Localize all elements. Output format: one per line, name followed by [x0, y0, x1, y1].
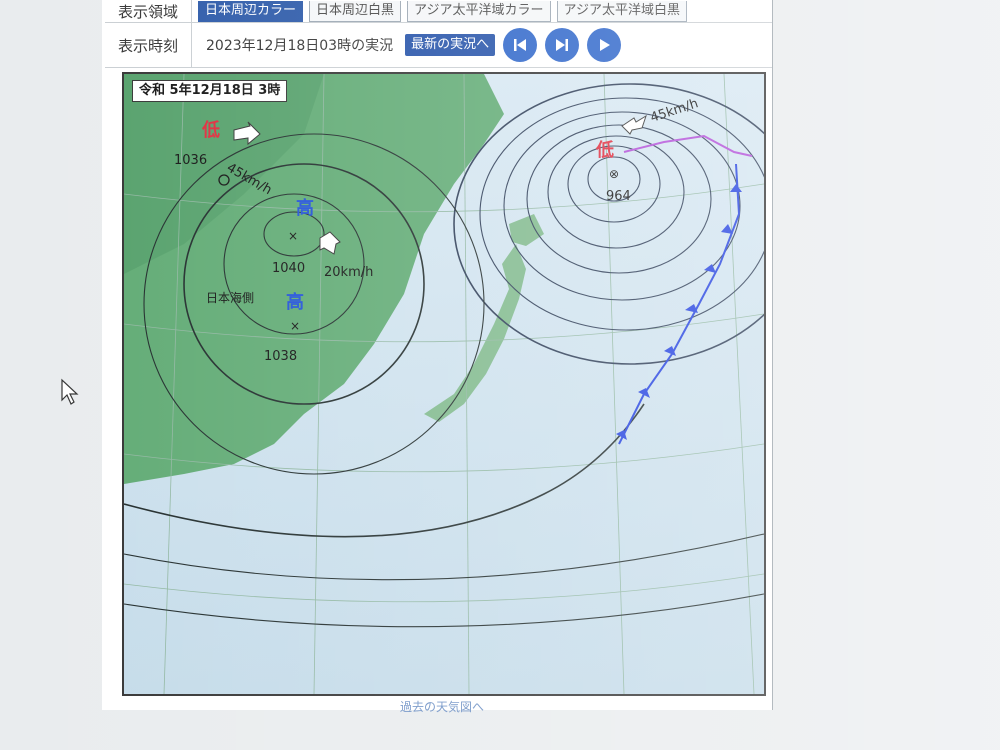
- low-symbol-west: 低: [201, 119, 220, 141]
- tab-asia-color[interactable]: アジア太平洋域カラー: [407, 0, 551, 22]
- high-pressure-2: 1038: [264, 349, 297, 364]
- area-label: 表示領域: [105, 0, 192, 22]
- area-selector-row: 表示領域 日本周辺カラー 日本周辺白黒 アジア太平洋域カラー アジア太平洋域白黒: [105, 0, 772, 23]
- weather-map: 低 1036 45km/h 高 1040 20km/h × 高 1038 × 日…: [122, 72, 766, 696]
- high-center-1: ×: [288, 229, 298, 243]
- high-pressure-1: 1040: [272, 261, 305, 276]
- low-center-east: ⊗: [609, 167, 619, 181]
- first-icon: [514, 39, 527, 51]
- tab-asia-bw[interactable]: アジア太平洋域白黒: [556, 0, 687, 22]
- first-button[interactable]: [503, 28, 538, 62]
- past-maps-link[interactable]: 過去の天気図へ: [400, 698, 484, 715]
- map-annotation: 日本海側: [206, 290, 254, 305]
- mouse-cursor-icon: [61, 378, 79, 405]
- low-symbol-east: 低: [595, 139, 614, 161]
- map-date-label: 令和 5年12月18日 3時: [132, 80, 288, 102]
- tab-japan-bw[interactable]: 日本周辺白黒: [309, 0, 402, 22]
- play-icon: [600, 39, 611, 51]
- high-speed-1: 20km/h: [324, 265, 373, 280]
- time-label: 表示時刻: [105, 23, 192, 67]
- time-selector-row: 表示時刻 2023年12月18日03時の実況 最新の実況へ: [105, 23, 772, 68]
- last-icon: [556, 39, 569, 51]
- low-pressure-east: 964: [606, 189, 631, 204]
- latest-button[interactable]: 最新の実況へ: [405, 34, 496, 56]
- current-time-text: 2023年12月18日03時の実況: [206, 38, 394, 54]
- tab-japan-color[interactable]: 日本周辺カラー: [198, 0, 304, 22]
- play-button[interactable]: [587, 28, 622, 62]
- high-symbol-1: 高: [296, 197, 314, 219]
- last-button[interactable]: [545, 28, 580, 62]
- low-pressure-west: 1036: [174, 153, 207, 168]
- high-center-2: ×: [290, 319, 300, 333]
- high-symbol-2: 高: [286, 291, 304, 313]
- weather-map-canvas: 低 1036 45km/h 高 1040 20km/h × 高 1038 × 日…: [124, 74, 764, 694]
